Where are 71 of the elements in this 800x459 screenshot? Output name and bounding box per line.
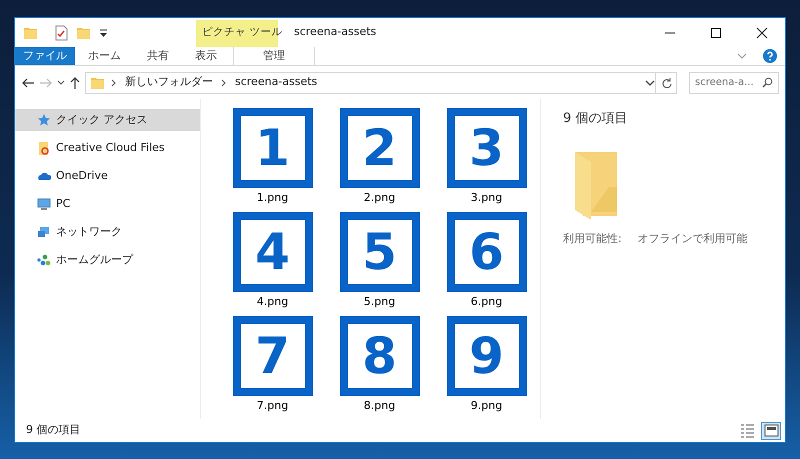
window-title: screena-assets [294, 24, 378, 40]
property-value: オフラインで利用可能 [638, 230, 748, 246]
image-thumbnail: 5 [340, 212, 420, 292]
refresh-button[interactable] [655, 72, 677, 94]
chevron-icon[interactable] [221, 78, 227, 86]
back-icon[interactable] [21, 76, 35, 88]
view-button[interactable] [761, 422, 781, 440]
maximize-icon [710, 26, 722, 38]
dropdown-icon[interactable] [645, 80, 655, 86]
breadcrumb[interactable]: 新しいフォルダー [125, 74, 213, 91]
item-count: 9 個の項目 [563, 110, 628, 128]
file-name: 1.png [256, 190, 288, 206]
search-icon [762, 76, 773, 88]
image-thumbnail: 6 [446, 212, 526, 292]
help-icon[interactable] [763, 49, 777, 63]
ribbon-tab[interactable]: ファイル [15, 47, 75, 65]
folder-icon [37, 141, 51, 155]
property-label: 利用可能性: [563, 230, 622, 246]
image-thumbnail: 3 [446, 108, 526, 188]
file-name: 5.png [364, 294, 396, 310]
expand-ribbon-icon[interactable] [737, 53, 747, 59]
address-field[interactable]: 新しいフォルダー screena-assets [85, 72, 656, 94]
folder-icon [90, 75, 105, 90]
file-item[interactable]: 3 3.png [433, 108, 540, 212]
image-thumbnail: 9 [446, 316, 526, 396]
image-thumbnail: 8 [340, 316, 420, 396]
nav-item[interactable]: ホームグループ [15, 249, 200, 271]
nav-item[interactable]: Creative Cloud Files [15, 137, 200, 159]
file-item[interactable]: 6 6.png [433, 212, 540, 316]
up-icon[interactable] [69, 76, 81, 90]
breadcrumb[interactable]: screena-assets [235, 74, 318, 91]
image-thumbnail: 1 [232, 108, 312, 188]
ribbon-tab[interactable]: 共有 [134, 47, 182, 65]
network-icon [37, 225, 51, 239]
file-item[interactable]: 5 5.png [326, 212, 433, 316]
ribbon-tab[interactable]: 表示 [182, 47, 230, 65]
ribbon-tab[interactable]: ホーム [75, 47, 134, 65]
monitor-icon [37, 197, 51, 211]
file-name: 7.png [256, 398, 288, 414]
homegroup-icon [37, 253, 51, 267]
star-icon [37, 113, 51, 127]
file-name: 3.png [470, 190, 502, 206]
file-item[interactable]: 7 7.png [219, 316, 326, 420]
file-name: 8.png [364, 398, 396, 414]
nav-item[interactable]: ネットワーク [15, 221, 200, 243]
properties-icon[interactable] [54, 24, 68, 40]
close-icon [756, 26, 768, 38]
ribbon-tab[interactable]: 管理 [233, 47, 315, 65]
file-name: 6.png [470, 294, 502, 310]
nav-item[interactable]: PC [15, 193, 200, 215]
file-item[interactable]: 1 1.png [219, 108, 326, 212]
refresh-icon [660, 76, 672, 88]
chevron-icon[interactable] [111, 78, 117, 86]
details-view-icon [740, 422, 754, 438]
dropdown-icon[interactable] [99, 28, 108, 38]
file-name: 2.png [364, 190, 396, 206]
file-name: 9.png [470, 398, 502, 414]
nav-item[interactable]: クイック アクセス [15, 109, 200, 131]
image-thumbnail: 2 [340, 108, 420, 188]
file-item[interactable]: 2 2.png [326, 108, 433, 212]
nav-item[interactable]: OneDrive [15, 165, 200, 187]
search-field[interactable]: screena-a... [689, 72, 779, 94]
file-item[interactable]: 8 8.png [326, 316, 433, 420]
file-item[interactable]: 4 4.png [219, 212, 326, 316]
image-thumbnail: 7 [232, 316, 312, 396]
item-count: 9 個の項目 [26, 422, 82, 438]
image-thumbnail: 4 [232, 212, 312, 292]
file-item[interactable]: 9 9.png [433, 316, 540, 420]
recent-locations-icon[interactable] [57, 80, 65, 86]
file-name: 4.png [256, 294, 288, 310]
large-icons-view-icon [764, 422, 778, 438]
